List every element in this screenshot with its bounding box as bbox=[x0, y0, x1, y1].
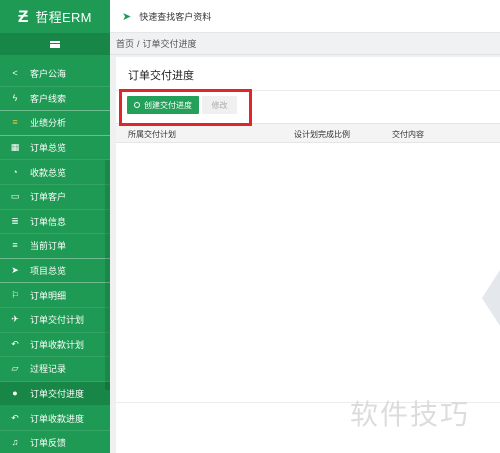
rss-icon: ◔ bbox=[12, 166, 18, 177]
laptop-icon: ▭ bbox=[10, 191, 20, 202]
create-button-label: 创建交付进度 bbox=[144, 100, 192, 110]
breadcrumb-separator: / bbox=[137, 38, 140, 49]
sidebar-item-15[interactable]: ↶ 订单收款进度 bbox=[0, 406, 110, 431]
sidebar-item-label: 订单交付计划 bbox=[30, 315, 85, 326]
sidebar-item-label: 项目总览 bbox=[30, 266, 67, 277]
sidebar-item-label: 订单信息 bbox=[30, 216, 67, 227]
sidebar-item-label: 收款总览 bbox=[30, 167, 67, 178]
brand[interactable]: Ƶ 哲程ERM bbox=[0, 0, 110, 33]
folder-icon: ▱ bbox=[11, 363, 19, 374]
sidebar-item-9[interactable]: ➤ 项目总览 bbox=[0, 259, 110, 284]
breadcrumb: 首页 / 订单交付进度 bbox=[110, 33, 500, 55]
breadcrumb-current: 订单交付进度 bbox=[142, 39, 197, 49]
sidebar-item-10[interactable]: ⚐ 订单明细 bbox=[0, 283, 110, 308]
sidebar-item-6[interactable]: ▭ 订单客户 bbox=[0, 185, 110, 210]
edit-button[interactable]: 修改 bbox=[202, 96, 237, 114]
paper-plane-icon: ✈ bbox=[11, 314, 19, 325]
sidebar-item-label: 订单反馈 bbox=[30, 438, 67, 449]
share-icon: < bbox=[12, 68, 18, 79]
list-icon: ≡ bbox=[12, 117, 18, 128]
sidebar-item-14[interactable]: ● 订单交付进度 bbox=[0, 381, 110, 407]
sidebar-scrollbar[interactable] bbox=[105, 160, 110, 390]
column-header-delivery-content[interactable]: 交付内容 bbox=[392, 129, 424, 140]
location-arrow-icon: ➤ bbox=[11, 265, 19, 276]
database-icon: ≣ bbox=[11, 215, 19, 226]
sidebar-item-3[interactable]: ≡ 业绩分析 bbox=[0, 111, 110, 136]
flag-icon: ⚐ bbox=[10, 289, 20, 300]
column-header-plan[interactable]: 所属交付计划 bbox=[128, 129, 176, 140]
page-title: 订单交付进度 bbox=[128, 70, 194, 82]
sidebar-item-label: 客户线索 bbox=[30, 93, 67, 104]
create-delivery-progress-button[interactable]: 创建交付进度 bbox=[127, 96, 199, 114]
sidebar-item-12[interactable]: ↶ 订单收款计划 bbox=[0, 333, 110, 358]
sidebar-item-label: 订单明细 bbox=[30, 290, 67, 301]
bolt-icon: ϟ bbox=[12, 92, 18, 103]
circle-icon: ● bbox=[12, 388, 18, 399]
side-arrow-decoration bbox=[482, 270, 500, 326]
sidebar-item-label: 过程记录 bbox=[30, 364, 67, 375]
reply-icon: ↶ bbox=[11, 338, 19, 349]
sidebar-item-1[interactable]: < 客户公海 bbox=[0, 62, 110, 87]
sidebar-item-label: 订单客户 bbox=[30, 192, 67, 203]
sidebar-item-5[interactable]: ◔ 收款总览 bbox=[0, 160, 110, 185]
sidebar-item-label: 客户公海 bbox=[30, 69, 67, 80]
sidebar-collapse-button[interactable] bbox=[0, 33, 110, 55]
sidebar-item-7[interactable]: ≣ 订单信息 bbox=[0, 210, 110, 235]
brand-logo-icon: Ƶ bbox=[18, 7, 29, 26]
circle-outline-icon bbox=[134, 102, 140, 108]
hamburger-icon bbox=[50, 40, 60, 48]
grid-icon: ▦ bbox=[10, 142, 20, 153]
watermark: 软件技巧 bbox=[350, 398, 471, 431]
sidebar-item-16[interactable]: ♫ 订单反馈 bbox=[0, 431, 110, 453]
sidebar-item-13[interactable]: ▱ 过程记录 bbox=[0, 357, 110, 382]
sidebar-item-11[interactable]: ✈ 订单交付计划 bbox=[0, 308, 110, 333]
breadcrumb-home[interactable]: 首页 bbox=[116, 37, 134, 50]
paper-plane-icon: ➤ bbox=[122, 10, 132, 23]
sidebar-item-2[interactable]: ϟ 客户线索 bbox=[0, 87, 110, 112]
title-divider bbox=[116, 90, 500, 91]
sidebar-item-label: 订单总览 bbox=[30, 143, 67, 154]
quick-search-link[interactable]: 快速查找客户资料 bbox=[139, 10, 211, 23]
reply-icon: ↶ bbox=[11, 412, 19, 423]
sidebar-item-label: 订单收款计划 bbox=[30, 339, 85, 350]
sidebar-item-label: 当前订单 bbox=[30, 241, 67, 252]
column-header-completion-ratio[interactable]: 设计划完成比例 bbox=[294, 129, 350, 140]
app-root: Ƶ 哲程ERM < 客户公海 ϟ 客户线索 ≡ 业绩分析 ▦ 订单总览 ◔ 收款总览 ▭ 订单客户 ≣ 订… bbox=[0, 0, 500, 453]
topbar: ➤ 快速查找客户资料 bbox=[110, 0, 500, 33]
sidebar-item-8[interactable]: ≡ 当前订单 bbox=[0, 234, 110, 259]
sidebar-item-label: 订单收款进度 bbox=[30, 413, 85, 424]
sidebar-item-4[interactable]: ▦ 订单总览 bbox=[0, 136, 110, 161]
sidebar: Ƶ 哲程ERM < 客户公海 ϟ 客户线索 ≡ 业绩分析 ▦ 订单总览 ◔ 收款总览 ▭ 订单客户 ≣ 订… bbox=[0, 0, 110, 453]
bell-icon: ♫ bbox=[11, 437, 19, 448]
table-header: 所属交付计划 设计划完成比例 交付内容 bbox=[116, 123, 500, 143]
sidebar-menu: < 客户公海 ϟ 客户线索 ≡ 业绩分析 ▦ 订单总览 ◔ 收款总览 ▭ 订单客户 ≣ 订单信息 ≡ 当前订单… bbox=[0, 62, 110, 453]
sidebar-item-label: 订单交付进度 bbox=[30, 389, 85, 400]
brand-name: 哲程ERM bbox=[35, 10, 92, 25]
sidebar-item-label: 业绩分析 bbox=[30, 118, 67, 129]
menu-icon: ≡ bbox=[12, 240, 18, 251]
